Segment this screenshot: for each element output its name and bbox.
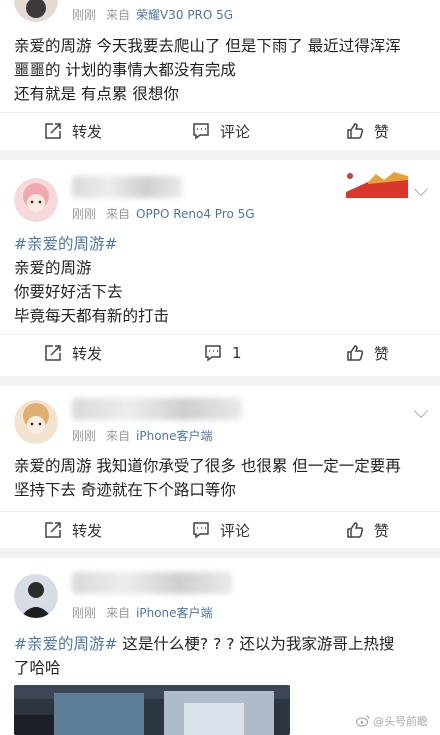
thumbs-up-icon	[347, 345, 364, 361]
action-bar: 转发 评论 赞	[0, 113, 440, 149]
avatar[interactable]	[14, 400, 58, 444]
repost-icon	[45, 123, 61, 139]
device-link[interactable]: iPhone客户端	[136, 606, 213, 620]
username-blurred[interactable]	[72, 398, 242, 420]
comment-button[interactable]: 1	[204, 335, 242, 371]
post-meta: 刚刚 来自 iPhone客户端	[72, 429, 213, 443]
username-blurred[interactable]	[72, 572, 232, 594]
post-text: 亲爱的周游 今天我要去爬山了 但是下雨了 最近过得浑浑 噩噩的 计划的事情大都没…	[14, 37, 401, 103]
comment-count: 1	[232, 344, 242, 362]
topic-link[interactable]: #亲爱的周游#	[14, 635, 117, 653]
post-meta: 刚刚 来自 OPPO Reno4 Pro 5G	[72, 207, 255, 221]
repost-icon	[45, 345, 61, 361]
post-2: 刚刚 来自 OPPO Reno4 Pro 5G #亲爱的周游# 亲爱的周游 你要好好…	[0, 160, 440, 376]
device-link[interactable]: OPPO Reno4 Pro 5G	[136, 207, 255, 221]
post-image[interactable]	[14, 685, 290, 735]
post-1: 刚刚 来自 荣耀V30 PRO 5G 亲爱的周游 今天我要去爬山了 但是下雨了 最近…	[0, 0, 440, 150]
device-link[interactable]: 荣耀V30 PRO 5G	[136, 8, 233, 22]
avatar[interactable]	[14, 178, 58, 222]
post-4: 刚刚 来自 iPhone客户端 #亲爱的周游# 这是什么梗? ? ? 还以为我家游哥…	[0, 558, 440, 735]
repost-button[interactable]: 转发	[44, 512, 102, 548]
thumbs-up-icon	[347, 123, 364, 139]
like-button[interactable]: 赞	[346, 512, 389, 548]
chevron-down-icon[interactable]	[413, 181, 429, 197]
thumbs-up-icon	[347, 522, 364, 538]
action-bar: 转发 1 赞	[0, 335, 440, 371]
post-3: 刚刚 来自 iPhone客户端 亲爱的周游 我知道你承受了很多 也很累 但一定一定要…	[0, 386, 440, 548]
comment-icon	[205, 345, 221, 362]
action-bar: 转发 评论 赞	[0, 512, 440, 548]
watermark: @头号前瞻	[356, 713, 428, 729]
post-text: 亲爱的周游 我知道你承受了很多 也很累 但一定一定要再 坚持下去 奇迹就在下个路…	[14, 457, 401, 499]
repost-icon	[45, 522, 61, 538]
avatar[interactable]	[14, 0, 58, 22]
comment-button[interactable]: 评论	[192, 512, 250, 548]
comment-icon	[193, 123, 209, 140]
device-link[interactable]: iPhone客户端	[136, 429, 213, 443]
comment-button[interactable]: 评论	[192, 113, 250, 149]
post-text: #亲爱的周游# 亲爱的周游 你要好好活下去 毕竟每天都有新的打击	[14, 235, 170, 325]
decor-banner	[338, 168, 408, 198]
post-text: #亲爱的周游# 这是什么梗? ? ? 还以为我家游哥上热搜 了哈哈	[14, 635, 395, 677]
topic-link[interactable]: #亲爱的周游#	[14, 235, 117, 253]
avatar[interactable]	[14, 574, 58, 618]
repost-button[interactable]: 转发	[44, 335, 102, 371]
like-button[interactable]: 赞	[346, 113, 389, 149]
chevron-down-icon[interactable]	[413, 403, 429, 419]
comment-icon	[193, 522, 209, 539]
repost-button[interactable]: 转发	[44, 113, 102, 149]
post-meta: 刚刚 来自 iPhone客户端	[72, 606, 213, 620]
like-button[interactable]: 赞	[346, 335, 389, 371]
username-blurred[interactable]	[72, 176, 182, 198]
weibo-logo-icon	[356, 715, 370, 727]
post-meta: 刚刚 来自 荣耀V30 PRO 5G	[72, 8, 234, 22]
